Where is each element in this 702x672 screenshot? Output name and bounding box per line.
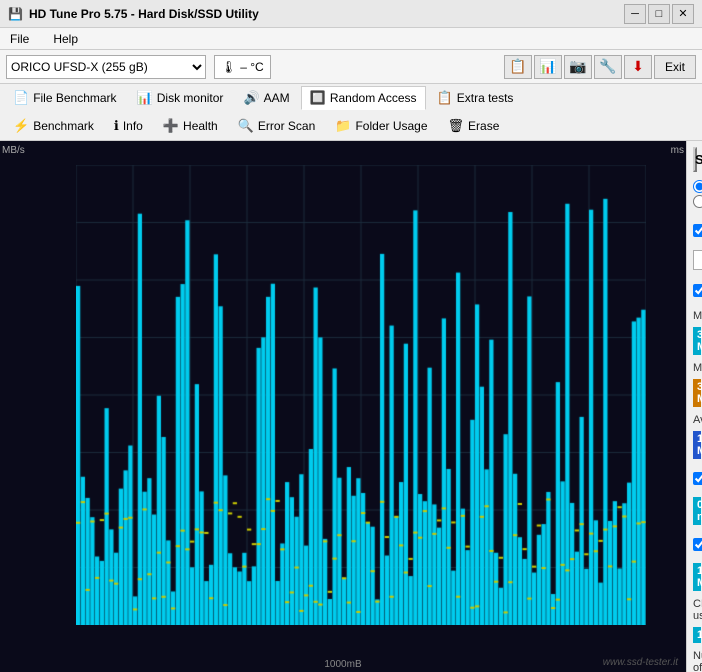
short-stroke-spinner-row: gB: [693, 250, 696, 270]
tab-extra-tests[interactable]: 📋 Extra tests: [428, 86, 523, 110]
short-stroke-input[interactable]: [693, 250, 702, 270]
minimize-button[interactable]: ─: [624, 4, 646, 24]
title-bar-buttons: ─ □ ✕: [624, 4, 694, 24]
health-icon: ➕: [163, 118, 179, 134]
minimum-value: 3.8 MB/s: [693, 327, 701, 355]
read-radio-label[interactable]: Read: [693, 180, 696, 193]
right-panel: Start Read Write Short stroke gB Transfe…: [686, 141, 702, 672]
toolbar-icon-4[interactable]: 🔧: [594, 55, 622, 79]
app-title: HD Tune Pro 5.75 - Hard Disk/SSD Utility: [29, 7, 259, 21]
thermometer-icon: 🌡: [221, 60, 236, 74]
tab-error-scan-label: Error Scan: [258, 119, 315, 133]
tab-random-access[interactable]: 🔲 Random Access: [301, 86, 426, 110]
folder-usage-icon: 📁: [335, 118, 351, 134]
close-button[interactable]: ✕: [672, 4, 694, 24]
tab-folder-usage[interactable]: 📁 Folder Usage: [326, 114, 436, 138]
disk-monitor-icon: 📊: [137, 90, 153, 106]
aam-icon: 🔊: [243, 90, 259, 106]
toolbar-icon-5[interactable]: ⬇: [624, 55, 652, 79]
tab-disk-monitor-label: Disk monitor: [157, 91, 224, 105]
watermark: www.ssd-tester.it: [603, 657, 678, 668]
help-menu[interactable]: Help: [49, 31, 82, 47]
benchmark-icon: ⚡: [13, 118, 29, 134]
file-benchmark-icon: 📄: [13, 90, 29, 106]
toolbar-icon-2[interactable]: 📊: [534, 55, 562, 79]
chart-area: MB/s ms 1000mB www.ssd-tester.it: [0, 141, 686, 672]
tab-health-label: Health: [183, 119, 218, 133]
temperature-value: – °C: [240, 60, 263, 74]
temperature-display: 🌡 – °C: [214, 55, 271, 79]
tab-aam[interactable]: 🔊 AAM: [234, 86, 298, 110]
extra-tests-icon: 📋: [437, 90, 453, 106]
tab-extra-tests-label: Extra tests: [457, 91, 514, 105]
mbs-label: MB/s: [2, 145, 25, 156]
drive-select[interactable]: ORICO UFSD-X (255 gB): [6, 55, 206, 79]
random-access-icon: 🔲: [310, 90, 326, 106]
tabs-row-2: ⚡ Benchmark ℹ Info ➕ Health 🔍 Error Scan…: [0, 112, 702, 140]
toolbar-icons: 📋 📊 📷 🔧 ⬇ Exit: [504, 55, 696, 79]
app-icon: 💾: [8, 7, 23, 21]
x-axis-end-label: 1000mB: [324, 659, 361, 670]
exit-button[interactable]: Exit: [654, 55, 696, 79]
cpu-usage-label: CPU usage: [693, 598, 696, 622]
tab-folder-usage-label: Folder Usage: [355, 119, 427, 133]
file-menu[interactable]: File: [6, 31, 33, 47]
start-button[interactable]: Start: [693, 147, 697, 172]
title-bar-left: 💾 HD Tune Pro 5.75 - Hard Disk/SSD Utili…: [8, 7, 259, 21]
access-time-checkbox[interactable]: [693, 472, 702, 485]
tab-error-scan[interactable]: 🔍 Error Scan: [229, 114, 325, 138]
menu-bar: File Help: [0, 28, 702, 50]
write-radio-label[interactable]: Write: [693, 195, 696, 208]
read-radio[interactable]: [693, 180, 702, 193]
cpu-usage-value: 1.1%: [693, 627, 701, 643]
maximum-value: 350.6 MB/s: [693, 379, 701, 407]
tabs-container: 📄 File Benchmark 📊 Disk monitor 🔊 AAM 🔲 …: [0, 84, 702, 141]
tab-benchmark[interactable]: ⚡ Benchmark: [4, 114, 103, 138]
tab-aam-label: AAM: [264, 91, 290, 105]
read-write-radio-group: Read Write: [693, 180, 696, 208]
tab-random-access-label: Random Access: [330, 91, 417, 105]
average-label: Average: [693, 414, 696, 426]
burst-rate-checkbox[interactable]: [693, 538, 702, 551]
transfer-rate-checkbox[interactable]: [693, 284, 702, 297]
toolbar-icon-1[interactable]: 📋: [504, 55, 532, 79]
erase-icon: 🗑: [448, 118, 465, 134]
toolbar-icon-3[interactable]: 📷: [564, 55, 592, 79]
tab-health[interactable]: ➕ Health: [154, 114, 227, 138]
title-bar: 💾 HD Tune Pro 5.75 - Hard Disk/SSD Utili…: [0, 0, 702, 28]
transfer-rate-checkbox-label[interactable]: Transfer rate: [693, 278, 696, 302]
access-time-checkbox-label[interactable]: Access time: [693, 466, 696, 490]
benchmark-chart: [76, 165, 646, 625]
tab-disk-monitor[interactable]: 📊 Disk monitor: [128, 86, 233, 110]
tab-benchmark-label: Benchmark: [33, 119, 94, 133]
access-time-value: 0.439 ms: [693, 497, 701, 525]
tab-erase[interactable]: 🗑 Erase: [439, 114, 509, 138]
short-stroke-checkbox[interactable]: [693, 224, 702, 237]
tab-file-benchmark-label: File Benchmark: [33, 91, 116, 105]
toolbar: ORICO UFSD-X (255 gB) 🌡 – °C 📋 📊 📷 🔧 ⬇ E…: [0, 50, 702, 84]
tabs-row-1: 📄 File Benchmark 📊 Disk monitor 🔊 AAM 🔲 …: [0, 84, 702, 112]
burst-rate-checkbox-label[interactable]: Burst rate: [693, 532, 696, 556]
number-of-passes-label: Number of passes: [693, 650, 696, 672]
error-scan-icon: 🔍: [238, 118, 254, 134]
maximize-button[interactable]: □: [648, 4, 670, 24]
tab-file-benchmark[interactable]: 📄 File Benchmark: [4, 86, 126, 110]
minimum-label: Minimum: [693, 310, 696, 322]
ms-label: ms: [671, 145, 684, 156]
main-content: MB/s ms 1000mB www.ssd-tester.it Start R…: [0, 141, 702, 672]
tab-erase-label: Erase: [468, 119, 499, 133]
short-stroke-checkbox-label[interactable]: Short stroke: [693, 218, 696, 242]
tab-info[interactable]: ℹ Info: [105, 114, 152, 138]
write-radio[interactable]: [693, 195, 702, 208]
burst-rate-value: 149.0 MB/s: [693, 563, 701, 591]
tab-info-label: Info: [123, 119, 143, 133]
average-value: 104.2 MB/s: [693, 431, 701, 459]
maximum-label: Maximum: [693, 362, 696, 374]
info-icon: ℹ: [114, 118, 119, 134]
